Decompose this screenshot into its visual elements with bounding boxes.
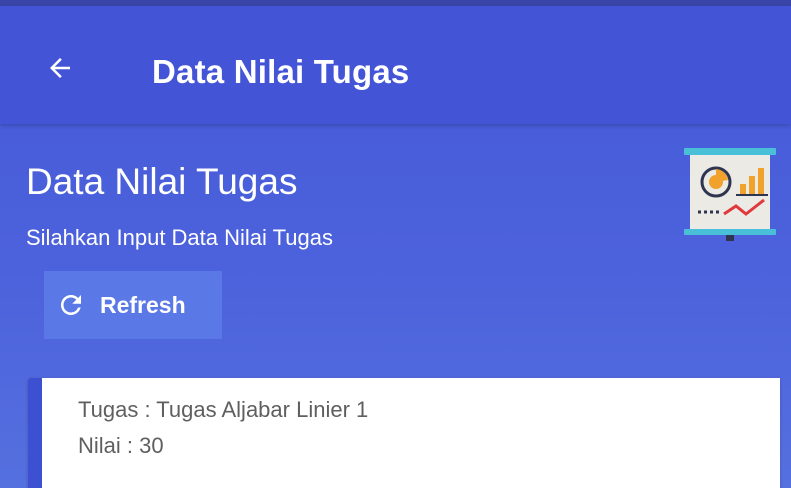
refresh-button[interactable]: Refresh xyxy=(44,271,222,339)
refresh-icon xyxy=(56,290,86,320)
nilai-tugas-list: Tugas : Tugas Aljabar Linier 1 Nilai : 3… xyxy=(28,378,780,488)
presentation-chart-icon xyxy=(680,142,780,246)
arrow-left-icon xyxy=(50,58,70,78)
nilai-text: Nilai : 30 xyxy=(78,433,164,458)
list-item[interactable]: Tugas : Tugas Aljabar Linier 1 Nilai : 3… xyxy=(28,378,780,488)
page-subtitle: Silahkan Input Data Nilai Tugas xyxy=(26,225,333,250)
page-title: Data Nilai Tugas xyxy=(26,161,298,202)
back-button[interactable] xyxy=(38,46,82,90)
refresh-label: Refresh xyxy=(100,291,186,318)
app-bar: Data Nilai Tugas xyxy=(0,6,791,124)
app-bar-title: Data Nilai Tugas xyxy=(152,53,410,90)
tugas-text: Tugas : Tugas Aljabar Linier 1 xyxy=(78,397,369,422)
